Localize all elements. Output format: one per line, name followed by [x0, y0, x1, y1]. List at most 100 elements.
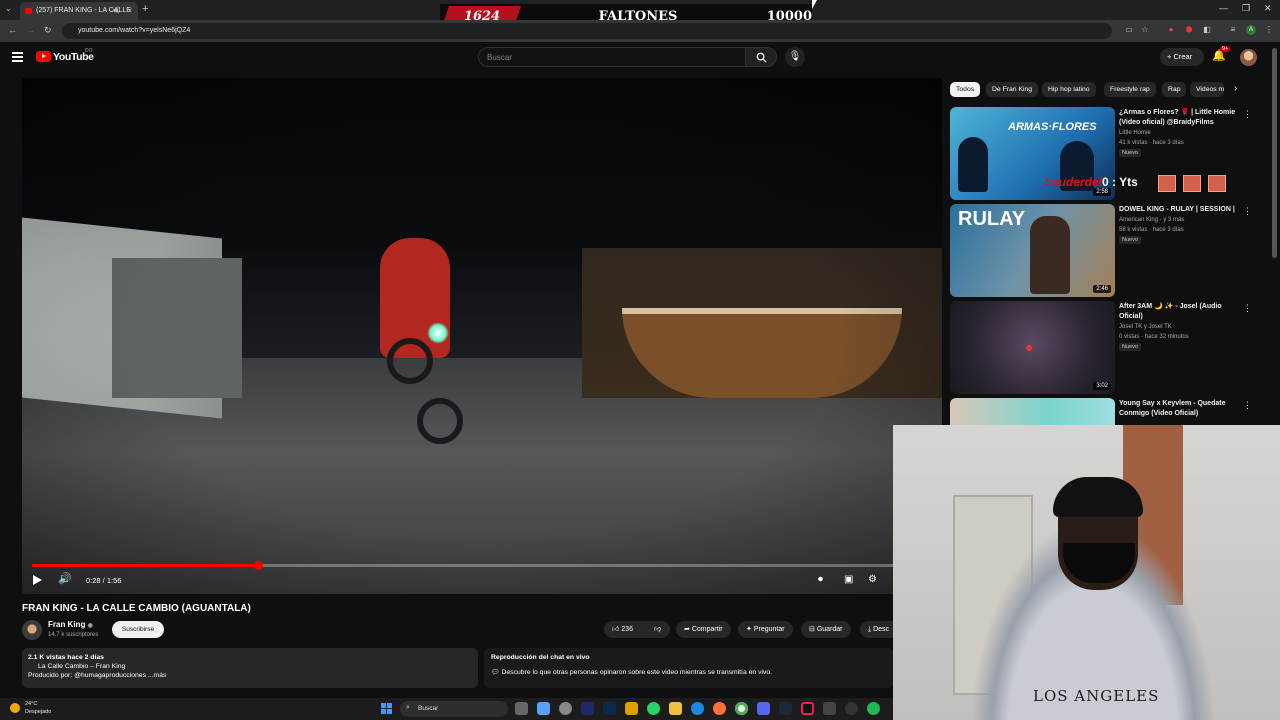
new-tab-button[interactable]: +	[142, 3, 148, 15]
bookmark-star-icon[interactable]: ☆	[1140, 25, 1150, 35]
recommended-title[interactable]: After 3AM 🌙 ✨ - Josel (Audio Oficial)	[1119, 302, 1239, 322]
video-player[interactable]: 🔊 0:28 / 1:56 ⏺ ▣ ⚙	[22, 78, 942, 594]
video-thumbnail[interactable]: RULAY 2:46	[950, 204, 1115, 297]
tiktok-icon[interactable]	[801, 702, 814, 715]
ask-button[interactable]: ✦ Preguntar	[738, 621, 793, 638]
chrome-icon[interactable]	[735, 702, 748, 715]
save-button[interactable]: ⊟ Guardar	[801, 621, 851, 638]
like-count: 236	[621, 626, 633, 633]
recommended-video[interactable]: RULAY 2:46 DOWEL KING - RULAY | SESSION …	[950, 204, 1252, 298]
file-explorer-icon[interactable]	[669, 702, 682, 715]
weather-widget[interactable]: 24°C Despejado	[25, 700, 51, 716]
adblock-icon[interactable]: ⬢	[1184, 25, 1194, 35]
recommended-channel[interactable]: Little Homie	[1119, 129, 1151, 138]
video-thumbnail[interactable]: 3:02	[950, 301, 1115, 394]
description-box[interactable]: 2.1 K vistas hace 2 días La Calle Cambio…	[22, 648, 478, 688]
dislike-button[interactable]: 👎︎	[646, 621, 670, 638]
chip-from-channel[interactable]: De Fran King	[986, 82, 1039, 97]
video-thumbnail[interactable]	[950, 398, 1115, 425]
search-button[interactable]	[745, 47, 777, 67]
progress-bar[interactable]	[32, 561, 902, 570]
reading-list-icon[interactable]: ≡	[1228, 25, 1238, 35]
recommended-title[interactable]: Young Say x Keyvlem - Quedate Conmigo (V…	[1119, 399, 1239, 419]
windows-taskbar: 24°C Despejado ⌕ Buscar	[0, 698, 893, 720]
chip-freestyle[interactable]: Freestyle rap	[1104, 82, 1156, 97]
app2-icon[interactable]	[823, 702, 836, 715]
page-scrollbar[interactable]	[1272, 48, 1277, 258]
recommended-channel[interactable]: Josel TK y Josel TK	[1119, 323, 1172, 332]
play-icon[interactable]	[33, 575, 42, 585]
video-title: FRAN KING - LA CALLE CAMBIO (AGUANTALA)	[22, 603, 251, 614]
video-vignette	[22, 78, 942, 594]
tab-close-icon[interactable]: ×	[127, 6, 132, 15]
settings-gear-icon[interactable]: ⚙	[868, 574, 877, 585]
chip-hip-hop[interactable]: Hip hop latino	[1042, 82, 1096, 97]
forward-icon[interactable]: →	[26, 25, 35, 35]
app3-icon[interactable]	[845, 702, 858, 715]
chip-rap[interactable]: Rap	[1162, 82, 1187, 97]
tab-search-icon[interactable]: ⌄	[5, 4, 12, 13]
maximize-button[interactable]: ❐	[1242, 3, 1250, 14]
whatsapp-icon[interactable]	[647, 702, 660, 715]
windows-start-icon[interactable]	[381, 703, 392, 714]
hamburger-menu-icon[interactable]	[12, 52, 23, 62]
more-actions-icon[interactable]: ⋮	[1243, 303, 1252, 314]
volume-icon[interactable]: 🔊	[58, 572, 72, 585]
account-avatar[interactable]	[1240, 49, 1257, 66]
app-icon[interactable]	[625, 702, 638, 715]
browser-tab[interactable]: (257) FRAN KING - LA CALLE ◀) ×	[20, 2, 138, 20]
cast-icon[interactable]: ▭	[1124, 25, 1134, 35]
spotify-icon[interactable]	[867, 702, 880, 715]
recommended-title[interactable]: ¿Armas o Flores? 🌹 | Little Homie (Video…	[1119, 108, 1239, 128]
voice-search-button[interactable]: 🎙	[785, 47, 805, 67]
more-actions-icon[interactable]: ⋮	[1243, 109, 1252, 120]
recommended-video[interactable]: Young Say x Keyvlem - Quedate Conmigo (V…	[950, 398, 1250, 425]
chip-all[interactable]: Todos	[950, 82, 981, 97]
more-actions-icon[interactable]: ⋮	[1243, 206, 1252, 217]
channel-avatar[interactable]	[22, 620, 42, 640]
create-button[interactable]: + Crear	[1160, 48, 1204, 66]
firefox-icon[interactable]	[713, 702, 726, 715]
thumbnail-figure	[1030, 216, 1070, 294]
task-view-icon[interactable]	[515, 702, 528, 715]
search-icon	[756, 52, 767, 63]
back-icon[interactable]: ←	[8, 25, 17, 35]
profile-icon[interactable]: A	[1246, 25, 1256, 35]
taskbar-search[interactable]: ⌕ Buscar	[400, 701, 508, 717]
download-label: Desc	[873, 626, 890, 633]
address-bar[interactable]: youtube.com/watch?v=yelsNe6jQZ4	[62, 23, 1112, 39]
photoshop-icon[interactable]	[603, 702, 616, 715]
progress-played	[32, 564, 259, 567]
weather-sun-icon[interactable]	[10, 703, 20, 713]
steam-icon[interactable]	[779, 702, 792, 715]
premiere-icon[interactable]	[581, 702, 594, 715]
extensions-puzzle-icon[interactable]: ◧	[1202, 25, 1212, 35]
like-button[interactable]: 👍︎ 236	[604, 621, 646, 638]
search-input[interactable]: Buscar	[478, 47, 746, 67]
chip-videos[interactable]: Videos m	[1190, 82, 1224, 97]
recommended-channel[interactable]: American King · y 3 más	[1119, 216, 1184, 225]
channel-name[interactable]: Fran King ◉	[48, 620, 93, 629]
share-button[interactable]: ➦ Compartir	[676, 621, 731, 638]
subscribe-button[interactable]: Suscribirse	[112, 621, 164, 638]
extension-icon[interactable]: ●	[1166, 25, 1176, 35]
reload-icon[interactable]: ↻	[44, 25, 52, 36]
settings-app-icon[interactable]	[559, 702, 572, 715]
edge-icon[interactable]	[691, 702, 704, 715]
autoplay-toggle-icon[interactable]: ⏺	[818, 574, 823, 585]
channel-name-text: Fran King	[48, 620, 86, 629]
copilot-icon[interactable]	[537, 702, 550, 715]
minimize-button[interactable]: —	[1219, 3, 1228, 13]
close-window-button[interactable]: ✕	[1264, 3, 1272, 14]
recommended-video[interactable]: 3:02 After 3AM 🌙 ✨ - Josel (Audio Oficia…	[950, 301, 1252, 395]
download-button[interactable]: ⤓ Desc	[860, 621, 893, 638]
more-actions-icon[interactable]: ⋮	[1243, 400, 1250, 411]
speaker-icon[interactable]: ◀)	[112, 6, 120, 14]
youtube-logo-icon[interactable]	[36, 51, 51, 62]
chips-next-chevron-icon[interactable]: ›	[1234, 83, 1237, 94]
discord-icon[interactable]	[757, 702, 770, 715]
miniplayer-icon[interactable]: ▣	[844, 574, 853, 585]
recommended-title[interactable]: DOWEL KING - RULAY | SESSION |	[1119, 205, 1239, 215]
browser-menu-icon[interactable]: ⋮	[1264, 25, 1274, 35]
chat-replay-box[interactable]: Reproducción del chat en vivo 💬︎ Descubr…	[484, 648, 894, 688]
